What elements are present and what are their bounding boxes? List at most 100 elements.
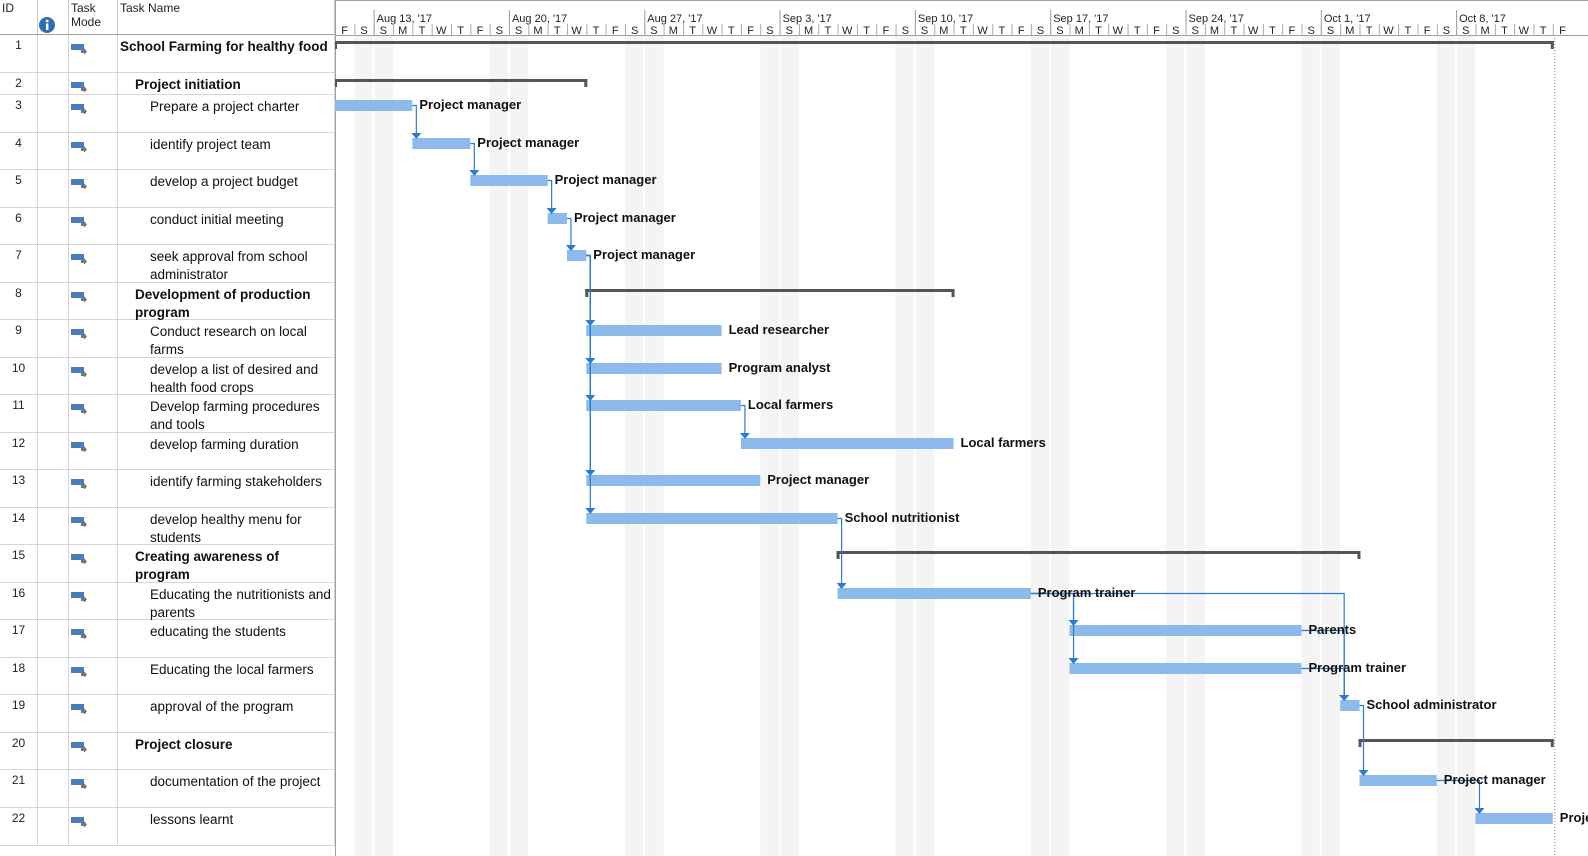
task-name[interactable]: seek approval from school administrator <box>118 245 335 282</box>
task-bar[interactable] <box>740 438 954 449</box>
column-header-task-name[interactable]: Task Name <box>118 0 335 35</box>
column-header-task-mode[interactable]: Task Mode <box>69 0 118 35</box>
task-bar[interactable] <box>586 363 722 374</box>
task-bar[interactable] <box>586 325 722 336</box>
task-mode-cell[interactable] <box>69 733 118 769</box>
task-mode-cell[interactable] <box>69 545 118 582</box>
task-name[interactable]: lessons learnt <box>118 808 335 845</box>
day-label: T <box>419 25 426 37</box>
task-id: 18 <box>0 658 38 694</box>
task-mode-cell[interactable] <box>69 133 118 169</box>
task-name[interactable]: Educating the nutritionists and parents <box>118 583 335 620</box>
task-name[interactable]: educating the students <box>118 620 335 657</box>
task-bar[interactable] <box>1069 625 1302 636</box>
task-bar[interactable] <box>586 400 741 411</box>
day-label: F <box>747 25 754 37</box>
task-name[interactable]: Develop farming procedures and tools <box>118 395 335 432</box>
week-label: Aug 13, '17 <box>377 13 432 25</box>
table-row[interactable]: 4 identify project team <box>0 133 335 170</box>
task-mode-cell[interactable] <box>69 95 118 132</box>
task-name[interactable]: Creating awareness of program <box>118 545 335 582</box>
table-row[interactable]: 20 Project closure <box>0 733 335 770</box>
task-mode-cell[interactable] <box>69 658 118 694</box>
table-row[interactable]: 9 Conduct research on local farms <box>0 320 335 358</box>
day-label: T <box>825 25 832 37</box>
summary-bar-start-tick <box>335 41 337 49</box>
task-mode-cell[interactable] <box>69 808 118 845</box>
task-name[interactable]: Project initiation <box>118 73 335 94</box>
task-name[interactable]: Prepare a project charter <box>118 95 335 132</box>
task-mode-cell[interactable] <box>69 695 118 732</box>
task-mode-cell[interactable] <box>69 35 118 72</box>
task-name[interactable]: identify farming stakeholders <box>118 470 335 507</box>
task-mode-cell[interactable] <box>69 208 118 244</box>
table-row[interactable]: 1 School Farming for healthy food <box>0 35 335 73</box>
task-bar[interactable] <box>1069 663 1302 674</box>
task-bar[interactable] <box>1475 813 1553 824</box>
task-mode-cell[interactable] <box>69 320 118 357</box>
task-name[interactable]: conduct initial meeting <box>118 208 335 244</box>
table-row[interactable]: 5 develop a project budget <box>0 170 335 208</box>
task-name[interactable]: develop farming duration <box>118 433 335 469</box>
day-label: T <box>1269 25 1276 37</box>
task-name[interactable]: develop a project budget <box>118 170 335 207</box>
task-mode-cell[interactable] <box>69 508 118 544</box>
task-name[interactable]: develop healthy menu for students <box>118 508 335 545</box>
task-name[interactable]: Project closure <box>118 733 335 769</box>
table-row[interactable]: 17 educating the students <box>0 620 335 658</box>
task-bar[interactable] <box>837 588 1031 599</box>
task-mode-cell[interactable] <box>69 73 118 94</box>
task-name[interactable]: Development of production program <box>118 283 335 320</box>
task-name[interactable]: Educating the local farmers <box>118 658 335 694</box>
table-row[interactable]: 2 Project initiation <box>0 73 335 95</box>
table-row[interactable]: 12 develop farming duration <box>0 433 335 470</box>
table-row[interactable]: 15 Creating awareness of program <box>0 545 335 583</box>
table-row[interactable]: 8 Development of production program <box>0 283 335 320</box>
day-label: T <box>1501 25 1508 37</box>
table-row[interactable]: 18 Educating the local farmers <box>0 658 335 695</box>
task-mode-cell[interactable] <box>69 620 118 657</box>
task-name[interactable]: documentation of the project <box>118 770 335 807</box>
table-row[interactable]: 3 Prepare a project charter <box>0 95 335 133</box>
task-name[interactable]: identify project team <box>118 133 335 169</box>
table-row[interactable]: 19 approval of the program <box>0 695 335 733</box>
task-mode-cell[interactable] <box>69 470 118 507</box>
task-bar[interactable] <box>1340 700 1360 711</box>
table-row[interactable]: 13 identify farming stakeholders <box>0 470 335 508</box>
task-name[interactable]: Conduct research on local farms <box>118 320 335 357</box>
task-bar[interactable] <box>586 513 838 524</box>
task-mode-cell[interactable] <box>69 770 118 807</box>
table-row[interactable]: 10 develop a list of desired and health … <box>0 358 335 395</box>
task-mode-cell[interactable] <box>69 245 118 282</box>
task-bar[interactable] <box>566 250 587 261</box>
table-row[interactable]: 7 seek approval from school administrato… <box>0 245 335 283</box>
auto-scheduled-icon <box>71 554 87 564</box>
table-row[interactable]: 6 conduct initial meeting <box>0 208 335 245</box>
task-bar[interactable] <box>586 475 761 486</box>
task-mode-cell[interactable] <box>69 358 118 394</box>
task-name[interactable]: School Farming for healthy food <box>118 35 335 72</box>
auto-scheduled-icon <box>71 217 87 227</box>
task-mode-cell[interactable] <box>69 283 118 319</box>
task-bar[interactable] <box>335 100 413 111</box>
task-name[interactable]: develop a list of desired and health foo… <box>118 358 335 395</box>
task-mode-cell[interactable] <box>69 170 118 207</box>
table-row[interactable]: 14 develop healthy menu for students <box>0 508 335 545</box>
task-bar[interactable] <box>412 138 471 149</box>
task-name[interactable]: approval of the program <box>118 695 335 732</box>
task-bar[interactable] <box>470 175 548 186</box>
task-mode-cell[interactable] <box>69 433 118 469</box>
task-id: 12 <box>0 433 38 469</box>
table-row[interactable]: 16 Educating the nutritionists and paren… <box>0 583 335 620</box>
task-bar[interactable] <box>547 213 567 224</box>
column-header-id[interactable]: ID <box>0 0 38 35</box>
column-header-indicators[interactable] <box>38 0 69 35</box>
dependency-link <box>1359 704 1365 772</box>
summary-bar-start-tick <box>1358 739 1362 747</box>
table-row[interactable]: 11 Develop farming procedures and tools <box>0 395 335 433</box>
table-row[interactable]: 22 lessons learnt <box>0 808 335 846</box>
table-row[interactable]: 21 documentation of the project <box>0 770 335 808</box>
task-mode-cell[interactable] <box>69 583 118 619</box>
task-bar[interactable] <box>1359 775 1437 786</box>
task-mode-cell[interactable] <box>69 395 118 432</box>
